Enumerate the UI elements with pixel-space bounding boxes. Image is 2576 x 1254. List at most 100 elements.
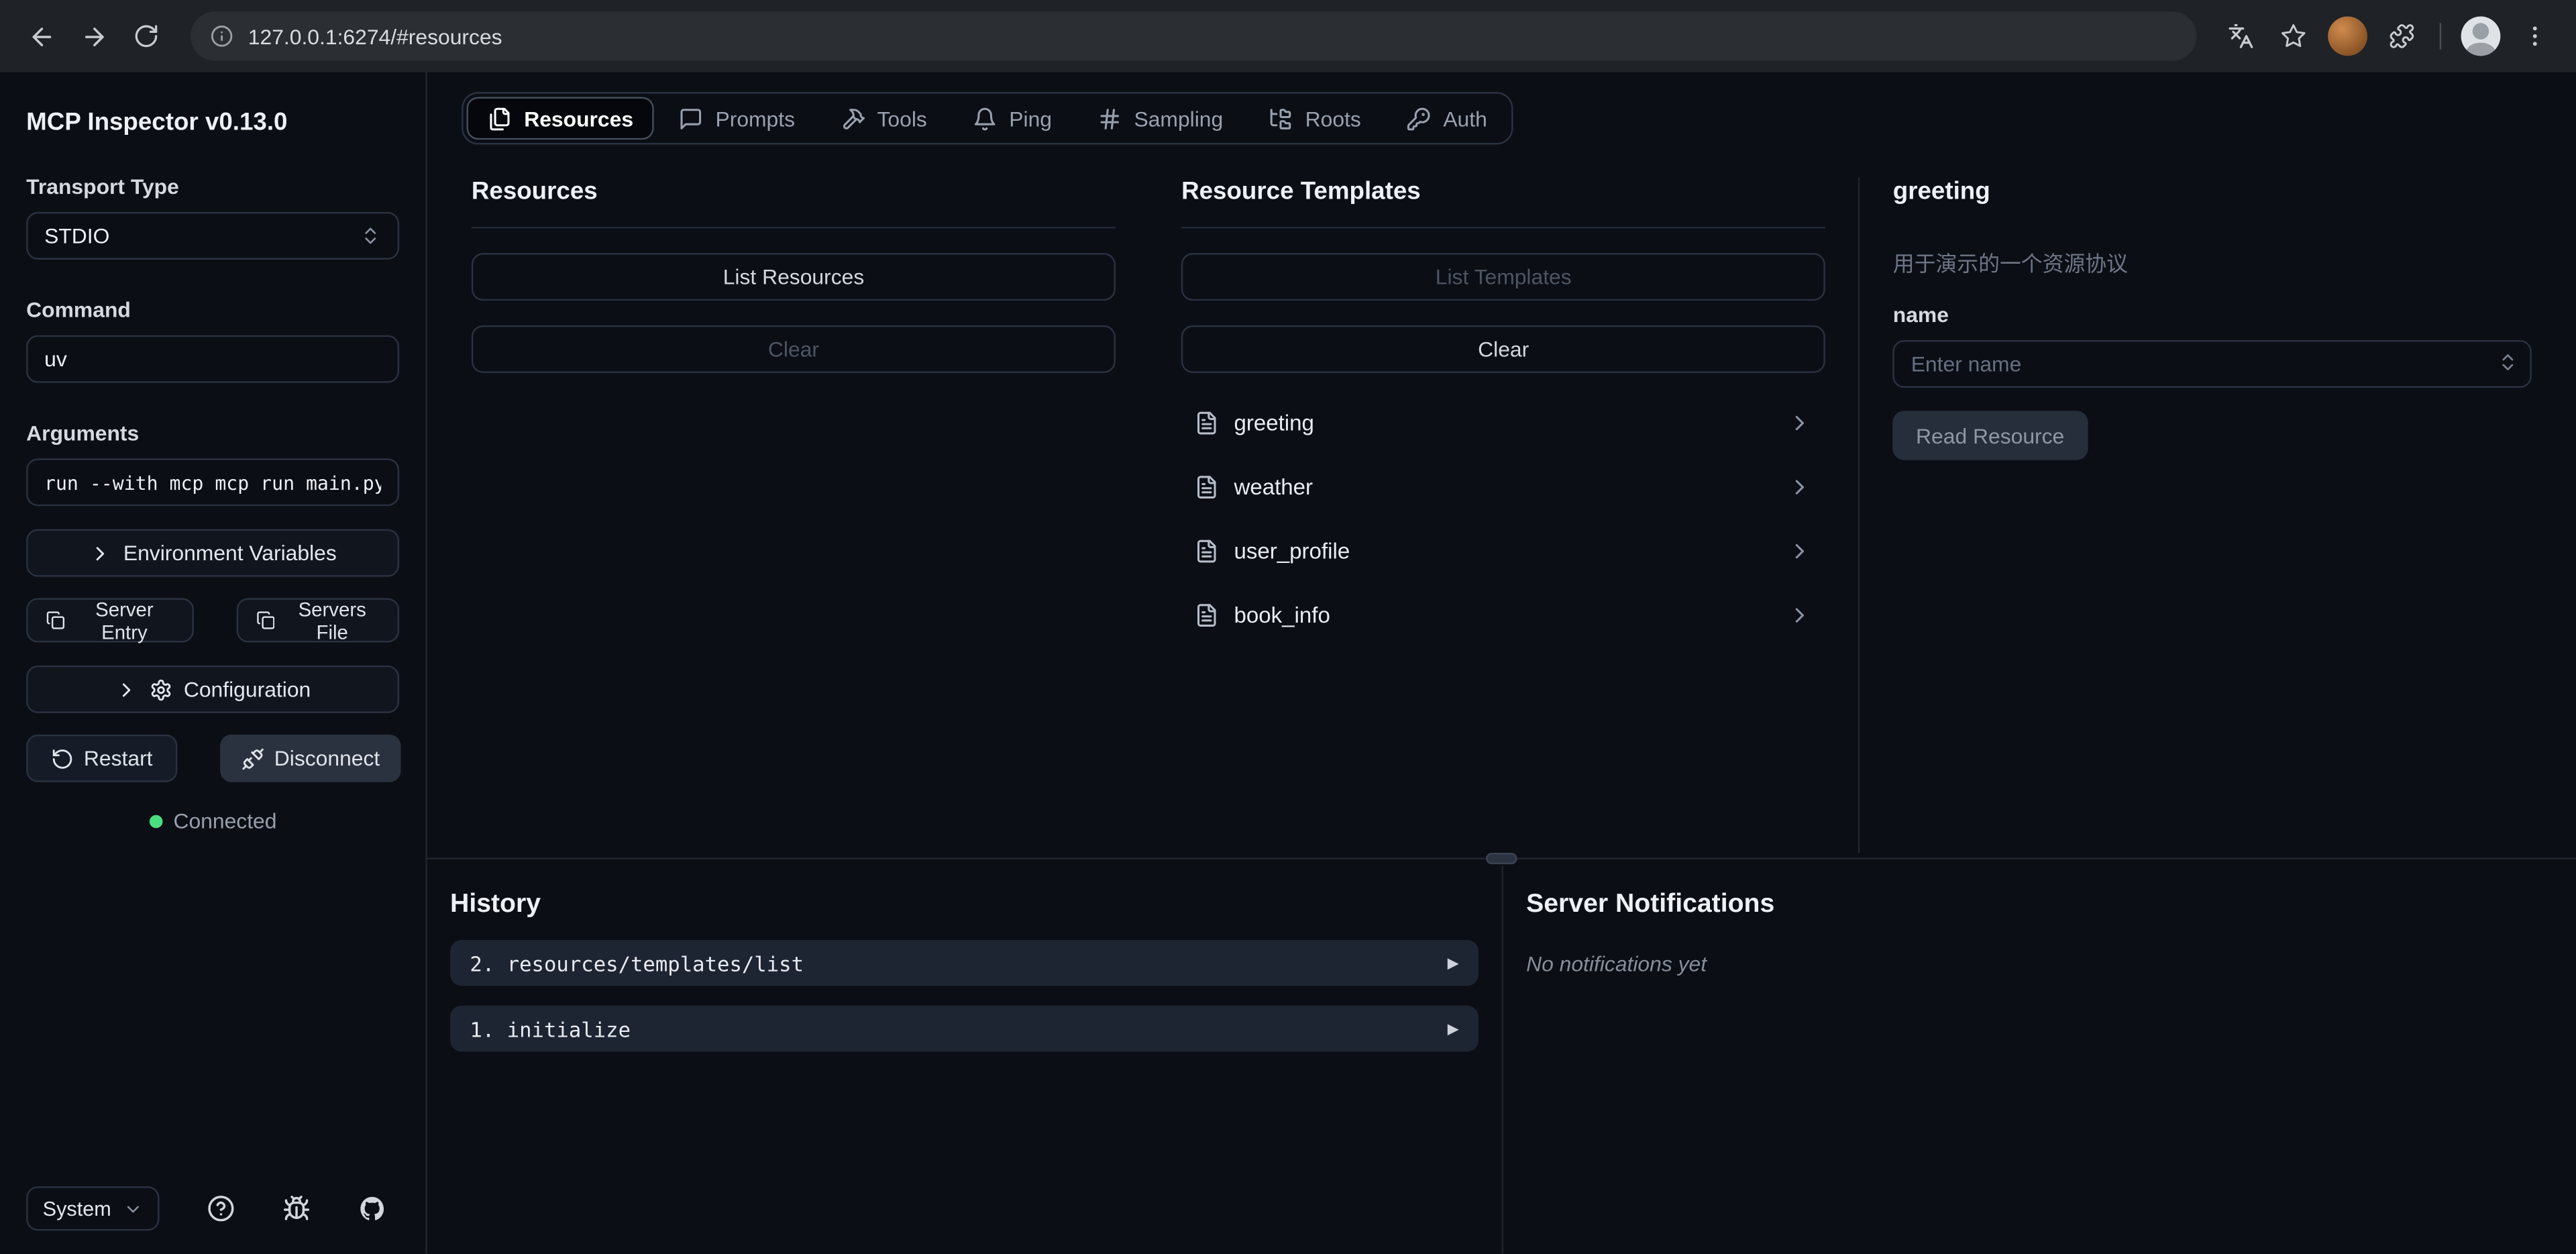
pinned-extension-avatar-icon[interactable] — [2328, 16, 2367, 56]
file-text-icon — [1195, 411, 1220, 435]
chevron-right-icon — [1788, 603, 1813, 628]
configuration-label: Configuration — [184, 677, 311, 702]
address-bar[interactable]: 127.0.0.1:6274/#resources — [191, 11, 2196, 60]
tab-auth[interactable]: Auth — [1386, 97, 1509, 140]
template-item-book-info[interactable]: book_info — [1181, 593, 1825, 637]
template-list: greeting weather user_profile — [1181, 401, 1825, 638]
command-input[interactable] — [26, 335, 399, 383]
server-entry-label: Server Entry — [75, 597, 174, 643]
bell-icon — [973, 106, 998, 131]
tab-label: Sampling — [1134, 106, 1223, 131]
resources-tab-content: Resources List Resources Clear Resource … — [427, 145, 2576, 853]
tab-sampling[interactable]: Sampling — [1077, 97, 1244, 140]
notifications-empty-text: No notifications yet — [1526, 951, 2553, 976]
file-text-icon — [1195, 475, 1220, 500]
gear-icon — [149, 678, 172, 700]
status-dot-icon — [149, 814, 162, 827]
chevron-right-icon — [115, 678, 138, 700]
github-icon[interactable] — [358, 1194, 386, 1222]
file-text-icon — [1195, 539, 1220, 564]
app-title: MCP Inspector v0.13.0 — [26, 109, 399, 137]
command-label: Command — [26, 297, 399, 322]
tab-prompts[interactable]: Prompts — [658, 97, 816, 140]
main-area: Resources Prompts Tools Ping Sampling — [427, 72, 2576, 1254]
resource-detail-title: greeting — [1893, 177, 2532, 205]
clear-templates-button[interactable]: Clear — [1181, 325, 1825, 373]
template-item-user-profile[interactable]: user_profile — [1181, 529, 1825, 574]
extensions-puzzle-icon[interactable] — [2377, 11, 2426, 60]
list-templates-button[interactable]: List Templates — [1181, 253, 1825, 301]
history-panel: History 2. resources/templates/list ▶ 1.… — [427, 866, 1502, 1254]
configuration-button[interactable]: Configuration — [26, 666, 399, 713]
templates-panel-title: Resource Templates — [1181, 177, 1825, 228]
template-name: book_info — [1234, 603, 1773, 628]
unplug-icon — [241, 747, 264, 770]
arguments-label: Arguments — [26, 421, 399, 446]
chevron-right-icon — [89, 541, 111, 564]
chevrons-up-down-icon — [360, 225, 381, 247]
list-resources-button[interactable]: List Resources — [472, 253, 1116, 301]
read-resource-button[interactable]: Read Resource — [1893, 411, 2088, 460]
transport-type-value: STDIO — [44, 223, 109, 248]
arguments-input[interactable] — [26, 458, 399, 506]
chevrons-up-down-icon — [2497, 352, 2518, 373]
environment-variables-button[interactable]: Environment Variables — [26, 529, 399, 577]
browser-toolbar: 127.0.0.1:6274/#resources — [0, 0, 2576, 72]
translate-icon[interactable] — [2216, 11, 2265, 60]
resources-panel-title: Resources — [472, 177, 1116, 228]
name-input[interactable] — [1893, 340, 2532, 388]
expand-arrow-icon: ▶ — [1448, 1020, 1459, 1038]
profile-avatar[interactable] — [2461, 16, 2501, 56]
transport-type-select[interactable]: STDIO — [26, 212, 399, 260]
history-item[interactable]: 2. resources/templates/list ▶ — [450, 940, 1479, 986]
template-name: user_profile — [1234, 539, 1773, 564]
status-text: Connected — [173, 808, 276, 833]
server-entry-button[interactable]: Server Entry — [26, 598, 193, 642]
servers-file-button[interactable]: Servers File — [236, 598, 399, 642]
site-info-icon[interactable] — [210, 25, 233, 48]
tab-tools[interactable]: Tools — [820, 97, 949, 140]
help-icon[interactable] — [207, 1194, 235, 1222]
browser-reload-icon[interactable] — [121, 11, 170, 60]
bookmark-star-icon[interactable] — [2269, 11, 2318, 60]
tab-resources[interactable]: Resources — [467, 97, 655, 140]
servers-file-label: Servers File — [285, 597, 380, 643]
splitter-handle-icon[interactable] — [1486, 853, 1517, 864]
resource-detail-panel: greeting 用于演示的一个资源协议 name Read Resource — [1893, 177, 2532, 853]
app-body: MCP Inspector v0.13.0 Transport Type STD… — [0, 72, 2576, 1254]
template-name: weather — [1234, 475, 1773, 500]
browser-back-icon[interactable] — [16, 11, 65, 60]
panel-resize-divider[interactable] — [1858, 177, 1860, 853]
template-item-greeting[interactable]: greeting — [1181, 401, 1825, 446]
history-item-label: 2. resources/templates/list — [470, 951, 804, 976]
restart-label: Restart — [84, 746, 153, 771]
tab-label: Resources — [524, 106, 633, 131]
horizontal-splitter[interactable] — [427, 853, 2576, 866]
chevron-down-icon — [123, 1199, 142, 1218]
chevron-right-icon — [1788, 411, 1813, 435]
disconnect-button[interactable]: Disconnect — [220, 735, 401, 782]
template-item-weather[interactable]: weather — [1181, 465, 1825, 509]
tab-ping[interactable]: Ping — [952, 97, 1073, 140]
resource-templates-panel: Resource Templates List Templates Clear … — [1181, 177, 1825, 853]
tab-label: Prompts — [715, 106, 795, 131]
key-icon — [1407, 106, 1432, 131]
browser-forward-icon[interactable] — [69, 11, 118, 60]
resources-panel: Resources List Resources Clear — [472, 177, 1116, 853]
history-item[interactable]: 1. initialize ▶ — [450, 1006, 1479, 1052]
browser-menu-icon[interactable] — [2510, 11, 2559, 60]
environment-variables-label: Environment Variables — [123, 541, 337, 566]
chevron-right-icon — [1788, 475, 1813, 500]
theme-value: System — [43, 1197, 111, 1220]
sidebar-footer: System — [26, 1186, 399, 1231]
bug-report-icon[interactable] — [282, 1194, 311, 1222]
message-square-icon — [680, 106, 704, 131]
tab-label: Tools — [877, 106, 926, 131]
restart-button[interactable]: Restart — [26, 735, 177, 782]
template-name: greeting — [1234, 411, 1773, 435]
sidebar: MCP Inspector v0.13.0 Transport Type STD… — [0, 72, 427, 1254]
tab-roots[interactable]: Roots — [1248, 97, 1383, 140]
theme-select[interactable]: System — [26, 1186, 159, 1231]
clear-resources-button[interactable]: Clear — [472, 325, 1116, 373]
tab-label: Auth — [1443, 106, 1487, 131]
